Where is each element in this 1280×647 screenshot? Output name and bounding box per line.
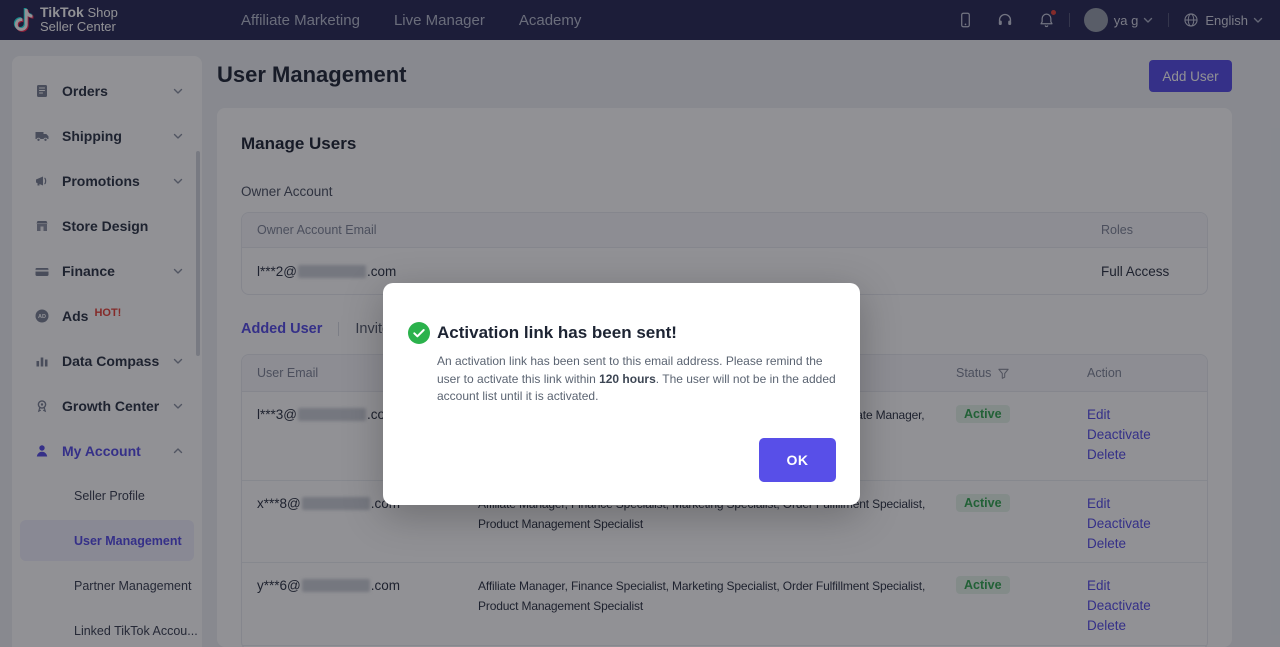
- hours-emphasis: 120 hours: [599, 372, 656, 386]
- activation-sent-modal: Activation link has been sent! An activa…: [383, 283, 860, 505]
- modal-body-text: An activation link has been sent to this…: [437, 353, 836, 406]
- modal-title: Activation link has been sent!: [437, 323, 677, 343]
- ok-button[interactable]: OK: [759, 438, 836, 482]
- success-check-icon: [408, 322, 430, 344]
